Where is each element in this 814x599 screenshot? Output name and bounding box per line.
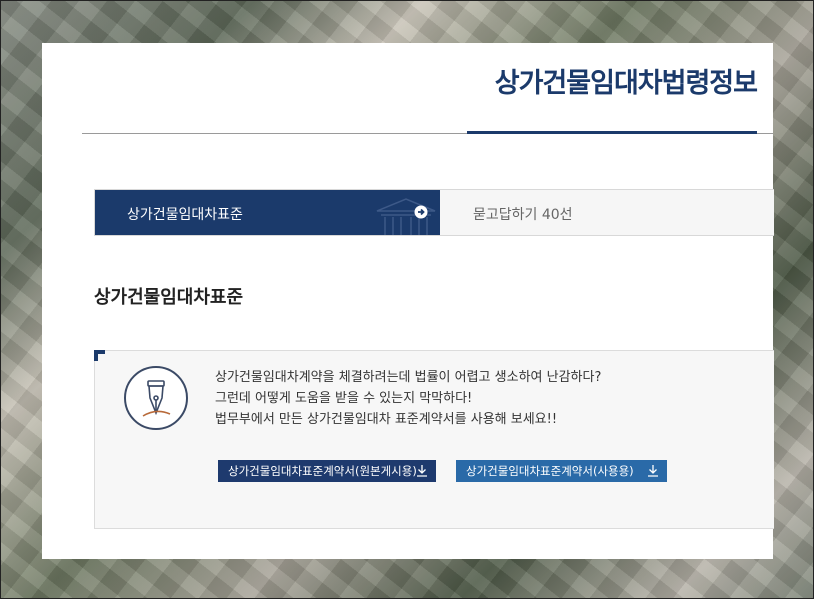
download-icon <box>417 465 427 477</box>
info-line: 상가건물임대차계약을 체결하려는데 법률이 어렵고 생소하여 난감하다? <box>215 370 602 385</box>
tab-label: 묻고답하기 40선 <box>473 207 573 223</box>
page-title: 상가건물임대차법령정보 <box>494 68 758 99</box>
title-divider-accent <box>467 131 757 134</box>
arrow-right-circle-icon <box>414 205 428 219</box>
content-card: 상가건물임대차법령정보 상가건물임대차표준 묻고답하기 40선 상가건물임대차표… <box>42 43 774 559</box>
download-icon <box>648 465 658 477</box>
download-original-button[interactable]: 상가건물임대차표준계약서(원본게시용) <box>218 460 436 482</box>
button-label: 상가건물임대차표준계약서(사용용) <box>466 464 634 478</box>
button-label: 상가건물임대차표준계약서(원본게시용) <box>228 464 417 478</box>
fountain-pen-icon <box>124 366 188 430</box>
info-line: 법무부에서 만든 상가건물임대차 표준계약서를 사용해 보세요!! <box>215 412 558 427</box>
tab-bar: 상가건물임대차표준 묻고답하기 40선 <box>94 189 774 236</box>
section-title: 상가건물임대차표준 <box>94 287 244 308</box>
corner-accent <box>94 350 105 361</box>
info-line: 그런데 어떻게 도움을 받을 수 있는지 막막하다! <box>215 391 473 406</box>
tab-lease-standard[interactable]: 상가건물임대차표준 <box>95 190 440 235</box>
tab-label: 상가건물임대차표준 <box>127 207 243 223</box>
background-photo: 상가건물임대차법령정보 상가건물임대차표준 묻고답하기 40선 상가건물임대차표… <box>0 0 814 599</box>
info-text: 상가건물임대차계약을 체결하려는데 법률이 어렵고 생소하여 난감하다? 그런데… <box>215 367 601 430</box>
download-usage-button[interactable]: 상가건물임대차표준계약서(사용용) <box>456 460 667 482</box>
tab-faq-40[interactable]: 묻고답하기 40선 <box>440 190 774 235</box>
info-box: 상가건물임대차계약을 체결하려는데 법률이 어렵고 생소하여 난감하다? 그런데… <box>94 350 774 529</box>
